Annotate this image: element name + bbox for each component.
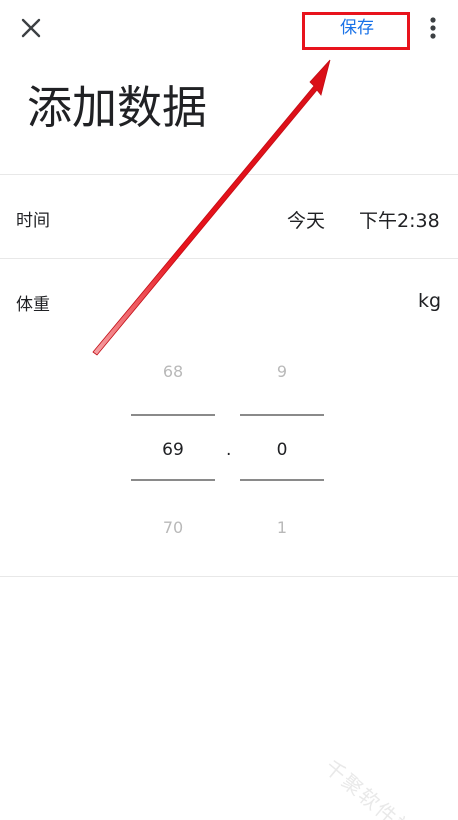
annotation-arrow (92, 59, 331, 356)
add-data-screen: 保存 添加数据 时间 今天 下午2:38 体重 kg 68 69 70 . 9 … (0, 0, 458, 820)
